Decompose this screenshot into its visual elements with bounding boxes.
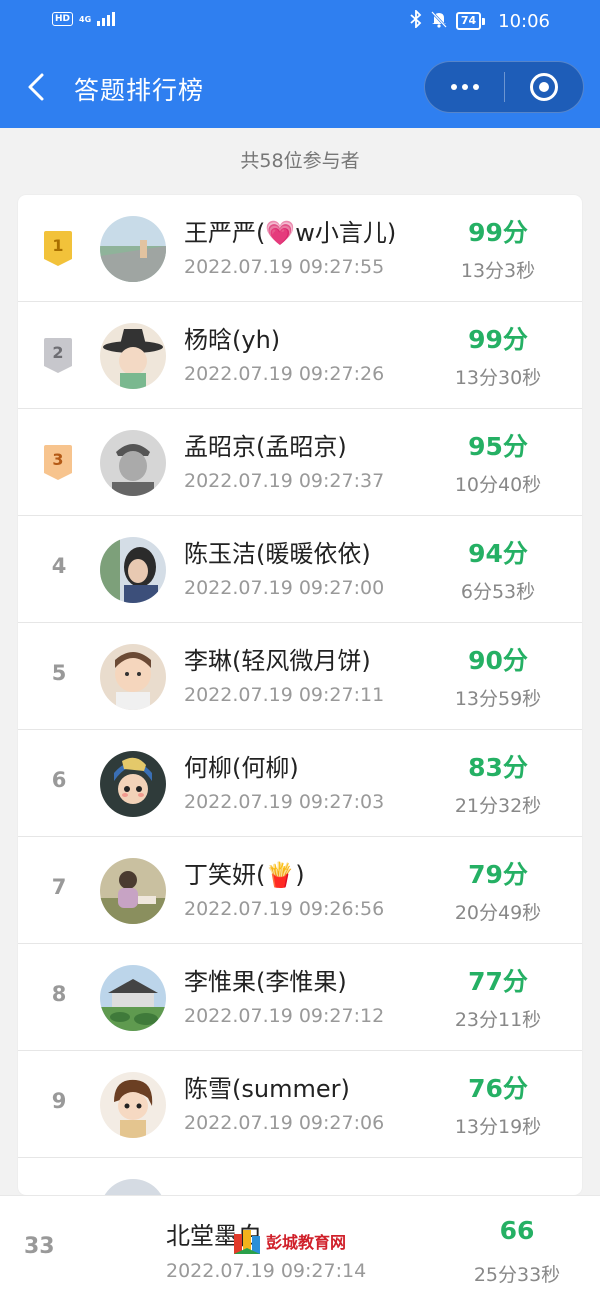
rank-number: 8 — [51, 982, 67, 1006]
leaderboard-row[interactable]: 8 李惟果(李惟果) 2022.07.19 09:27:12 77分 23分11… — [18, 944, 582, 1051]
avatar — [100, 751, 166, 817]
back-arrow-icon[interactable] — [25, 72, 49, 102]
leaderboard-row[interactable]: 3 孟昭京(孟昭京) 2022.07.19 09:27:37 95分 10分40… — [18, 409, 582, 516]
my-duration: 25分33秒 — [473, 1264, 561, 1286]
leaderboard-row[interactable]: 7 丁笑妍(🍟) 2022.07.19 09:26:56 79分 20分49秒 — [18, 837, 582, 944]
network-type: 4G — [79, 14, 92, 24]
leaderboard-row[interactable]: 2 杨晗(yh) 2022.07.19 09:27:26 99分 13分30秒 — [18, 302, 582, 409]
my-score: 66 — [499, 1216, 535, 1245]
duration: 10分40秒 — [454, 474, 542, 496]
player-name: 王严严(💗w小言儿) — [184, 219, 397, 247]
battery-level: 74 — [455, 12, 482, 30]
score: 99分 — [468, 218, 528, 247]
hd-badge: HD — [52, 12, 74, 26]
more-dots-icon[interactable] — [425, 62, 504, 112]
bluetooth-icon — [410, 8, 422, 32]
avatar — [100, 216, 166, 282]
bell-mute-icon — [430, 10, 447, 32]
participant-count: 共58位参与者 — [240, 150, 360, 172]
my-submit-time: 2022.07.19 09:27:14 — [166, 1260, 367, 1282]
submit-time: 2022.07.19 09:27:11 — [184, 684, 385, 706]
player-name: 杨晗(yh) — [184, 326, 281, 354]
player-name: 李惟果(李惟果) — [184, 968, 347, 996]
mini-program-capsule — [424, 61, 584, 113]
duration: 6分53秒 — [460, 581, 536, 603]
my-rank-number: 33 — [24, 1234, 55, 1259]
rank-number: 6 — [51, 768, 67, 792]
avatar — [100, 537, 166, 603]
score: 83分 — [468, 753, 528, 782]
submit-time: 2022.07.19 09:27:12 — [184, 1005, 385, 1027]
rank-number: 4 — [51, 554, 67, 578]
leaderboard-row[interactable]: 6 何柳(何柳) 2022.07.19 09:27:03 83分 21分32秒 — [18, 730, 582, 837]
score: 99分 — [468, 325, 528, 354]
leaderboard-row[interactable] — [18, 1158, 582, 1195]
avatar — [100, 644, 166, 710]
duration: 13分3秒 — [460, 260, 536, 282]
status-left: HD 4G — [52, 12, 116, 26]
leaderboard-list: 1 王严严(💗w小言儿) 2022.07.19 09:27:55 99分 13分… — [18, 195, 582, 1195]
submit-time: 2022.07.19 09:27:55 — [184, 256, 385, 278]
header-area: HD 4G 74 10:06 答题排行榜 — [0, 0, 600, 128]
score: 77分 — [468, 967, 528, 996]
rank-number: 7 — [51, 875, 67, 899]
player-name: 陈雪(summer) — [184, 1075, 350, 1103]
watermark-text: 彭城教育网 — [266, 1233, 347, 1252]
battery-icon: 74 — [455, 12, 486, 30]
avatar — [100, 858, 166, 924]
nav-bar: 答题排行榜 — [0, 56, 600, 120]
duration: 13分19秒 — [454, 1116, 542, 1138]
player-name: 丁笑妍(🍟) — [184, 861, 305, 889]
gold-medal-icon: 1 — [40, 230, 76, 268]
submit-time: 2022.07.19 09:27:00 — [184, 577, 385, 599]
avatar — [100, 965, 166, 1031]
watermark-logo-icon — [234, 1230, 260, 1254]
rank-number: 5 — [51, 661, 67, 685]
rank-number: 9 — [51, 1089, 67, 1113]
status-time: 10:06 — [498, 10, 550, 32]
mini-program-close-icon[interactable] — [505, 62, 583, 112]
my-rank-bar: 33 北堂墨白 2022.07.19 09:27:14 66 25分33秒 彭城… — [0, 1195, 600, 1300]
duration: 13分30秒 — [454, 367, 542, 389]
leaderboard-row[interactable]: 1 王严严(💗w小言儿) 2022.07.19 09:27:55 99分 13分… — [18, 195, 582, 302]
submit-time: 2022.07.19 09:26:56 — [184, 898, 385, 920]
duration: 23分11秒 — [454, 1009, 542, 1031]
status-bar: HD 4G 74 10:06 — [0, 0, 600, 46]
leaderboard-row[interactable]: 9 陈雪(summer) 2022.07.19 09:27:06 76分 13分… — [18, 1051, 582, 1158]
leaderboard-row[interactable]: 4 陈玉洁(暖暖依依) 2022.07.19 09:27:00 94分 6分53… — [18, 516, 582, 623]
rank-number: 3 — [52, 450, 64, 469]
score: 90分 — [468, 646, 528, 675]
avatar — [100, 430, 166, 496]
leaderboard-row[interactable]: 5 李琳(轻风微月饼) 2022.07.19 09:27:11 90分 13分5… — [18, 623, 582, 730]
submit-time: 2022.07.19 09:27:37 — [184, 470, 385, 492]
bronze-medal-icon: 3 — [40, 444, 76, 482]
score: 76分 — [468, 1074, 528, 1103]
page-title: 答题排行榜 — [74, 76, 205, 105]
player-name: 何柳(何柳) — [184, 754, 299, 782]
avatar — [100, 1072, 166, 1138]
score: 79分 — [468, 860, 528, 889]
score: 95分 — [468, 432, 528, 461]
player-name: 孟昭京(孟昭京) — [184, 433, 347, 461]
avatar — [100, 323, 166, 389]
submit-time: 2022.07.19 09:27:06 — [184, 1112, 385, 1134]
score: 94分 — [468, 539, 528, 568]
duration: 13分59秒 — [454, 688, 542, 710]
rank-number: 2 — [52, 343, 64, 362]
player-name: 陈玉洁(暖暖依依) — [184, 540, 371, 568]
rank-number: 1 — [52, 236, 64, 255]
avatar — [100, 1179, 166, 1195]
signal-icon — [97, 12, 116, 26]
duration: 21分32秒 — [454, 795, 542, 817]
duration: 20分49秒 — [454, 902, 542, 924]
submit-time: 2022.07.19 09:27:03 — [184, 791, 385, 813]
watermark: 彭城教育网 — [232, 1226, 346, 1256]
player-name: 李琳(轻风微月饼) — [184, 647, 371, 675]
status-right: 74 10:06 — [410, 8, 550, 32]
silver-medal-icon: 2 — [40, 337, 76, 375]
submit-time: 2022.07.19 09:27:26 — [184, 363, 385, 385]
